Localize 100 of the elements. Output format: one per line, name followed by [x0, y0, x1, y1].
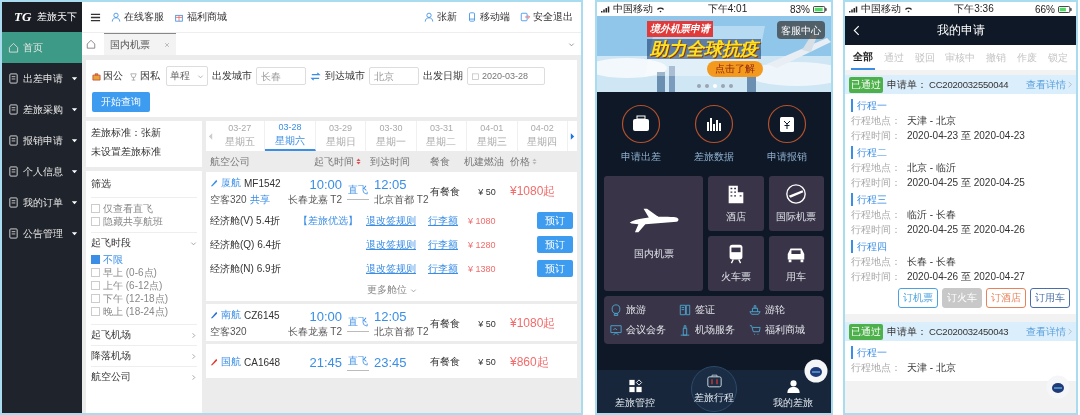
carousel-dot[interactable]: [705, 84, 709, 88]
filter-section-header[interactable]: 降落机场: [91, 345, 197, 366]
home-icon[interactable]: [86, 39, 96, 49]
filter-checkbox[interactable]: 隐藏共享航班: [91, 215, 197, 228]
column-header[interactable]: 价格: [510, 154, 573, 169]
top-link[interactable]: 在线客服: [111, 10, 164, 24]
bar-chart-icon[interactable]: [694, 104, 734, 144]
previous-arrow-icon[interactable]: [208, 131, 213, 141]
date-tab[interactable]: 03-27 星期五: [215, 121, 266, 151]
date-tab[interactable]: 03-29 星期日: [315, 121, 367, 151]
refund-rules-link[interactable]: 退改签规则: [366, 213, 428, 228]
book-button[interactable]: 预订: [537, 260, 573, 277]
user-link[interactable]: 安全退出: [520, 10, 573, 24]
column-header[interactable]: 机建燃油: [464, 154, 510, 169]
booking-button[interactable]: 订机票: [898, 288, 938, 308]
date-tab[interactable]: 03-28 星期六: [265, 121, 316, 151]
sidebar-item[interactable]: 首页: [2, 32, 82, 63]
filter-checkbox[interactable]: 下午 (12-18点): [91, 292, 197, 305]
trip-type-option[interactable]: 因私: [129, 69, 160, 83]
filter-checkbox[interactable]: 上午 (6-12点): [91, 279, 197, 292]
carousel-dot[interactable]: [697, 84, 701, 88]
view-details-link[interactable]: 查看详情: [1026, 77, 1066, 92]
chevron-icon[interactable]: [1068, 328, 1072, 335]
filter-checkbox[interactable]: 早上 (0-6点): [91, 266, 197, 279]
arrival-airport: 北京首都 T2: [374, 192, 429, 207]
carousel-dot[interactable]: [729, 84, 733, 88]
sidebar-item[interactable]: 差旅采购: [2, 94, 82, 125]
service-tile[interactable]: 酒店: [708, 176, 764, 231]
search-button[interactable]: 开始查询: [92, 92, 150, 112]
book-button[interactable]: 预订: [537, 212, 573, 229]
sidebar-item[interactable]: 公告管理: [2, 218, 82, 249]
view-details-link[interactable]: 查看详情: [1026, 324, 1066, 339]
top-link[interactable]: 福利商城: [174, 10, 227, 24]
date-tab[interactable]: 04-01 星期三: [467, 121, 518, 151]
column-header[interactable]: 航空公司: [210, 154, 286, 169]
column-header[interactable]: 到达时间: [370, 154, 430, 169]
service-tile[interactable]: 火车票: [708, 236, 764, 291]
service-tile[interactable]: 用车: [768, 236, 824, 291]
filter-tab[interactable]: 全部: [851, 45, 875, 70]
sidebar-item[interactable]: 个人信息: [2, 156, 82, 187]
chevron-icon[interactable]: [1068, 81, 1072, 88]
filter-checkbox[interactable]: 不限: [91, 253, 197, 266]
sidebar-item[interactable]: 报销申请: [2, 125, 82, 156]
carousel-dot[interactable]: [713, 84, 717, 88]
baggage-link[interactable]: 行李额: [428, 213, 468, 228]
next-arrow-icon[interactable]: [569, 131, 575, 141]
filter-checkbox[interactable]: 晚上 (18-24点): [91, 305, 197, 318]
filter-checkbox[interactable]: 仅查看直飞: [91, 202, 197, 215]
menu-icon[interactable]: [90, 11, 101, 23]
trip-type-option[interactable]: 因公: [92, 69, 123, 83]
trip-mode-select[interactable]: 单程: [166, 66, 208, 86]
booking-button[interactable]: 订酒店: [986, 288, 1026, 308]
field-label: 出发城市: [212, 69, 252, 83]
baggage-link[interactable]: 行李额: [428, 261, 468, 276]
service-item[interactable]: 福利商城: [748, 323, 818, 337]
briefcase-icon[interactable]: [620, 104, 661, 144]
close-icon[interactable]: [164, 41, 170, 48]
service-tile[interactable]: 国内机票: [604, 176, 704, 291]
aircraft-type: 空客320: [210, 193, 247, 207]
service-item[interactable]: 机场服务: [679, 323, 749, 337]
service-item[interactable]: 会议会务: [610, 323, 680, 337]
user-link[interactable]: 张新: [424, 10, 457, 24]
filter-section-header[interactable]: 起飞机场: [91, 324, 197, 345]
date-tab[interactable]: 04-02 星期四: [517, 121, 568, 151]
filter-section-header[interactable]: 航空公司: [91, 366, 197, 387]
flight-number: CA1648: [244, 356, 281, 368]
tab-bar-item[interactable]: 差旅管控: [615, 379, 655, 410]
back-icon[interactable]: [853, 25, 860, 36]
chevron-icon[interactable]: [568, 40, 575, 48]
baggage-link[interactable]: 行李额: [428, 237, 468, 252]
customer-service-button[interactable]: 客服中心: [777, 21, 825, 39]
service-tile[interactable]: 国际机票: [768, 176, 824, 231]
column-header[interactable]: 起飞时间: [286, 154, 370, 169]
column-header[interactable]: 餐食: [430, 154, 464, 169]
refund-rules-link[interactable]: 退改签规则: [366, 237, 428, 252]
refund-rules-link[interactable]: 退改签规则: [366, 261, 428, 276]
more-cabins-link[interactable]: 更多舱位: [366, 283, 417, 297]
service-item[interactable]: 签证: [679, 303, 749, 317]
service-item[interactable]: 游轮: [748, 303, 818, 317]
book-button[interactable]: 预订: [537, 236, 573, 253]
departure-city-field[interactable]: 长春: [256, 67, 306, 85]
carousel-dot[interactable]: [721, 84, 725, 88]
booking-button[interactable]: 订用车: [1030, 288, 1070, 308]
page-tab[interactable]: 国内机票: [104, 33, 176, 55]
status-badge: 已通过: [849, 323, 883, 340]
sidebar-item[interactable]: 我的订单: [2, 187, 82, 218]
assistant-button[interactable]: [804, 359, 828, 383]
sidebar-item[interactable]: 出差申请: [2, 63, 82, 94]
tab-bar-item[interactable]: 差旅行程: [691, 366, 737, 412]
filter-section-header[interactable]: 起飞时段: [91, 233, 197, 253]
learn-more-button[interactable]: 点击了解: [707, 61, 763, 77]
wifi-icon: [904, 5, 913, 13]
tab-bar-item[interactable]: 我的差旅: [773, 379, 813, 410]
user-link[interactable]: 移动端: [467, 10, 510, 24]
service-item[interactable]: 旅游: [610, 303, 680, 317]
arrival-city-field[interactable]: 北京: [369, 67, 419, 85]
wallet-icon[interactable]: [767, 104, 808, 144]
date-field[interactable]: 2020-03-28: [467, 67, 545, 85]
swap-icon[interactable]: [310, 70, 321, 82]
assistant-button[interactable]: [1046, 375, 1070, 399]
